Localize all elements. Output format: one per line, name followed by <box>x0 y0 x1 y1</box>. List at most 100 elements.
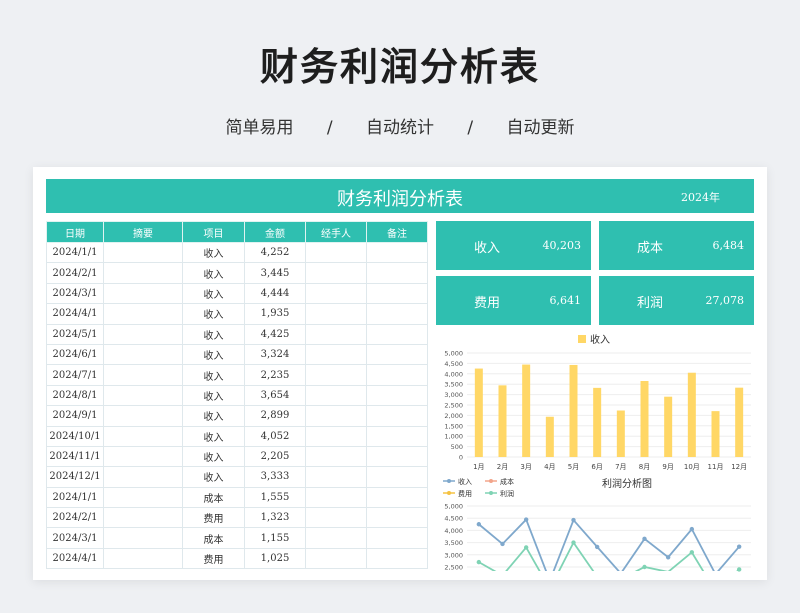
cell-item[interactable]: 收入 <box>182 262 245 284</box>
cell-item[interactable]: 收入 <box>182 425 245 447</box>
cell-remark[interactable] <box>366 547 428 570</box>
cell-summary[interactable] <box>103 466 183 488</box>
cell-remark[interactable] <box>366 445 428 468</box>
cell-amount[interactable]: 2,205 <box>244 445 306 468</box>
cell-date[interactable]: 2024/7/1 <box>46 364 104 386</box>
cell-summary[interactable] <box>103 527 183 549</box>
cell-date[interactable]: 2024/6/1 <box>46 343 104 366</box>
cell-amount[interactable]: 3,333 <box>244 466 306 488</box>
cell-summary[interactable] <box>103 282 183 305</box>
cell-item[interactable]: 收入 <box>182 405 245 427</box>
cell-date[interactable]: 2024/2/1 <box>46 507 104 529</box>
cell-remark[interactable] <box>366 323 428 345</box>
cell-handler[interactable] <box>305 343 367 366</box>
cell-date[interactable]: 2024/12/1 <box>46 466 104 488</box>
cell-amount[interactable]: 1,555 <box>244 486 306 509</box>
cell-summary[interactable] <box>103 262 183 284</box>
cell-handler[interactable] <box>305 425 367 447</box>
cell-amount[interactable]: 4,052 <box>244 425 306 447</box>
cell-summary[interactable] <box>103 507 183 529</box>
line-point <box>476 559 482 565</box>
cell-amount[interactable]: 2,899 <box>244 405 306 427</box>
cell-amount[interactable]: 3,654 <box>244 384 306 407</box>
cell-handler[interactable] <box>305 527 367 549</box>
cell-item[interactable]: 收入 <box>182 241 245 264</box>
cell-handler[interactable] <box>305 445 367 468</box>
cell-date[interactable]: 2024/11/1 <box>46 445 104 468</box>
cell-remark[interactable] <box>366 364 428 386</box>
cell-date[interactable]: 2024/8/1 <box>46 384 104 407</box>
cell-handler[interactable] <box>305 262 367 284</box>
cell-date[interactable]: 2024/4/1 <box>46 547 104 570</box>
cell-item[interactable]: 成本 <box>182 527 245 549</box>
cell-date[interactable]: 2024/1/1 <box>46 241 104 264</box>
cell-item[interactable]: 成本 <box>182 486 245 509</box>
cell-handler[interactable] <box>305 323 367 345</box>
cell-amount[interactable]: 1,025 <box>244 547 306 570</box>
cell-handler[interactable] <box>305 364 367 386</box>
bar-income <box>711 411 720 457</box>
cell-date[interactable]: 2024/5/1 <box>46 323 104 345</box>
cell-summary[interactable] <box>103 303 183 325</box>
cell-remark[interactable] <box>366 527 428 549</box>
cell-remark[interactable] <box>366 262 428 284</box>
cell-amount[interactable]: 1,323 <box>244 507 306 529</box>
cell-date[interactable]: 2024/1/1 <box>46 486 104 509</box>
cell-remark[interactable] <box>366 507 428 529</box>
cell-summary[interactable] <box>103 547 183 570</box>
cell-remark[interactable] <box>366 241 428 264</box>
cell-handler[interactable] <box>305 282 367 305</box>
cell-handler[interactable] <box>305 507 367 529</box>
cell-summary[interactable] <box>103 445 183 468</box>
cell-amount[interactable]: 4,444 <box>244 282 306 305</box>
cell-item[interactable]: 收入 <box>182 364 245 386</box>
cell-summary[interactable] <box>103 343 183 366</box>
cell-date[interactable]: 2024/9/1 <box>46 405 104 427</box>
cell-remark[interactable] <box>366 343 428 366</box>
cell-item[interactable]: 收入 <box>182 282 245 305</box>
cell-date[interactable]: 2024/4/1 <box>46 303 104 325</box>
cell-item[interactable]: 收入 <box>182 303 245 325</box>
cell-summary[interactable] <box>103 364 183 386</box>
cell-handler[interactable] <box>305 486 367 509</box>
cell-amount[interactable]: 1,155 <box>244 527 306 549</box>
cell-amount[interactable]: 3,445 <box>244 262 306 284</box>
cell-handler[interactable] <box>305 405 367 427</box>
cell-handler[interactable] <box>305 547 367 570</box>
cell-summary[interactable] <box>103 241 183 264</box>
cell-handler[interactable] <box>305 466 367 488</box>
cell-amount[interactable]: 3,324 <box>244 343 306 366</box>
cell-summary[interactable] <box>103 486 183 509</box>
cell-item[interactable]: 收入 <box>182 323 245 345</box>
cell-amount[interactable]: 2,235 <box>244 364 306 386</box>
cell-amount[interactable]: 1,935 <box>244 303 306 325</box>
cell-item[interactable]: 收入 <box>182 466 245 488</box>
cell-date[interactable]: 2024/3/1 <box>46 527 104 549</box>
cell-date[interactable]: 2024/10/1 <box>46 425 104 447</box>
cell-amount[interactable]: 4,425 <box>244 323 306 345</box>
cell-item[interactable]: 费用 <box>182 547 245 570</box>
cell-remark[interactable] <box>366 282 428 305</box>
cell-summary[interactable] <box>103 323 183 345</box>
cell-remark[interactable] <box>366 405 428 427</box>
cell-item[interactable]: 收入 <box>182 384 245 407</box>
cell-remark[interactable] <box>366 466 428 488</box>
cell-remark[interactable] <box>366 384 428 407</box>
line-point <box>736 544 742 549</box>
cell-item[interactable]: 收入 <box>182 343 245 366</box>
cell-handler[interactable] <box>305 384 367 407</box>
cell-handler[interactable] <box>305 241 367 264</box>
cell-summary[interactable] <box>103 425 183 447</box>
cell-date[interactable]: 2024/2/1 <box>46 262 104 284</box>
cell-summary[interactable] <box>103 405 183 427</box>
cell-amount[interactable]: 4,252 <box>244 241 306 264</box>
cell-item[interactable]: 费用 <box>182 507 245 529</box>
cell-remark[interactable] <box>366 303 428 325</box>
kpi-value: 6,641 <box>549 294 582 307</box>
cell-summary[interactable] <box>103 384 183 407</box>
cell-handler[interactable] <box>305 303 367 325</box>
cell-remark[interactable] <box>366 486 428 509</box>
cell-item[interactable]: 收入 <box>182 445 245 468</box>
cell-date[interactable]: 2024/3/1 <box>46 282 104 305</box>
cell-remark[interactable] <box>366 425 428 447</box>
